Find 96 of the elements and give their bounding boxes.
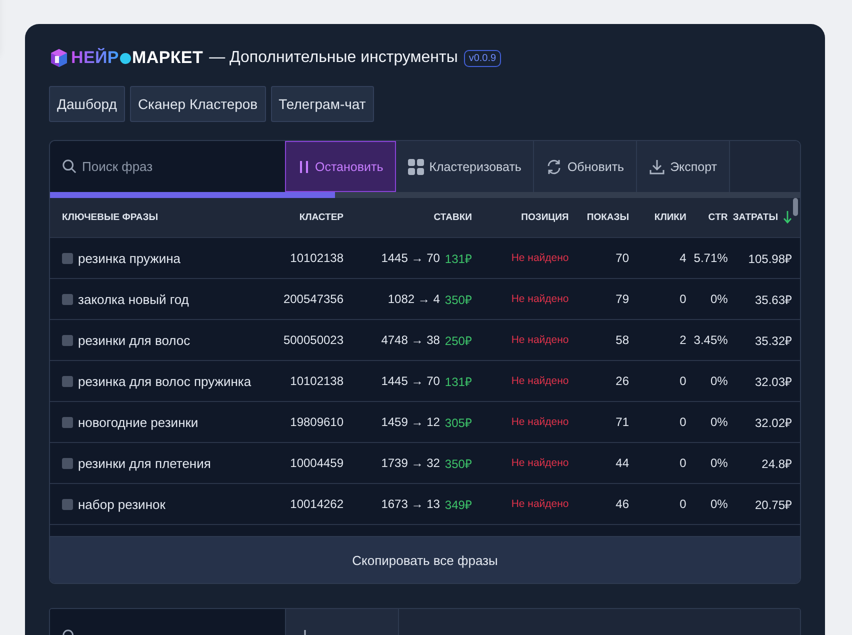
ctr-value: 0% — [710, 497, 728, 511]
bid-value: 1082 → 4 — [388, 292, 440, 306]
shows-count: 44 — [616, 456, 630, 470]
bid-price: 350₽ — [444, 456, 472, 472]
nav-tab[interactable]: Сканер Кластеров — [130, 86, 266, 122]
position-status: Не найдено — [511, 334, 569, 346]
column-header[interactable]: CTR — [708, 212, 728, 223]
version-badge: v0.0.9 — [464, 50, 502, 66]
row-checkbox[interactable] — [62, 458, 73, 468]
cluster-id: 500050023 — [283, 333, 344, 347]
ctr-value: 0% — [710, 456, 728, 470]
clicks-count: 0 — [680, 292, 686, 306]
bid-value: 1673 → 13 — [381, 497, 440, 511]
ctr-value: 0% — [710, 292, 728, 306]
position-status: Не найдено — [511, 293, 569, 305]
column-header[interactable]: СТАВКИ — [434, 212, 472, 223]
bid-price: 350₽ — [444, 292, 472, 308]
bid-price: 131₽ — [444, 374, 472, 390]
clicks-count: 4 — [680, 251, 686, 265]
search-icon — [62, 159, 77, 174]
position-status: Не найдено — [511, 252, 569, 264]
cost-value: 105.98₽ — [748, 250, 792, 266]
bid-value: 1445 → 70 — [381, 374, 440, 388]
bid-price: 305₽ — [444, 414, 472, 430]
copy-button[interactable]: Скопировать все фразы — [50, 536, 800, 583]
row-checkbox[interactable] — [62, 252, 73, 264]
download-icon — [649, 158, 666, 174]
row-checkbox[interactable] — [62, 334, 73, 346]
clicks-count: 0 — [680, 374, 686, 388]
cluster-id: 10004459 — [290, 456, 344, 470]
cost-value: 20.75₽ — [754, 496, 792, 512]
nav-tab[interactable]: Дашборд — [49, 86, 125, 122]
shows-count: 71 — [616, 415, 630, 429]
scrollbar-thumb[interactable] — [793, 198, 798, 216]
cost-value: 35.32₽ — [754, 332, 792, 348]
bid-price: 131₽ — [444, 250, 472, 266]
page-title: — Дополнительные инструменты — [209, 49, 458, 67]
cost-value: 32.02₽ — [754, 414, 792, 430]
clicks-count: 0 — [680, 456, 686, 470]
column-header[interactable]: ЗАТРАТЫ — [732, 212, 778, 223]
shows-count: 46 — [616, 497, 630, 511]
keyword-phrase: резинки для волос — [78, 332, 190, 348]
cost-value: 24.8₽ — [762, 456, 792, 472]
ctr-value: 0% — [710, 374, 728, 388]
toolbar-button[interactable]: Экспорт — [637, 141, 730, 192]
cost-value: 32.03₽ — [754, 374, 792, 390]
brand-logo: НЕЙР МАРКЕТ — [71, 48, 204, 68]
shows-count: 58 — [616, 333, 630, 347]
cluster-id: 10102138 — [290, 251, 344, 265]
cluster-id: 200547356 — [283, 292, 344, 306]
keyword-phrase: заколка новый год — [78, 292, 189, 306]
row-checkbox[interactable] — [62, 416, 73, 428]
shows-count: 26 — [616, 374, 630, 388]
clicks-count: 0 — [680, 415, 686, 429]
keyword-phrase: набор резинок — [78, 496, 166, 512]
bid-value: 1739 → 32 — [381, 456, 440, 470]
grid-icon — [408, 158, 424, 174]
row-checkbox[interactable] — [62, 376, 73, 386]
keyword-phrase: резинка пружина — [78, 250, 181, 266]
keyword-phrase: резинки для плетения — [78, 456, 211, 470]
bid-value: 4748 → 38 — [381, 333, 440, 347]
position-status: Не найдено — [511, 375, 569, 387]
row-checkbox[interactable] — [62, 294, 73, 304]
position-status: Не найдено — [511, 457, 569, 469]
position-status: Не найдено — [511, 416, 569, 428]
toolbar-button[interactable]: Остановить — [285, 141, 396, 192]
column-header[interactable]: ПОЗИЦИЯ — [521, 212, 569, 223]
keyword-phrase: резинка для волос пружинка — [78, 374, 252, 388]
bid-price: 349₽ — [444, 496, 472, 512]
bid-price: 250₽ — [444, 332, 472, 348]
refresh-icon — [546, 158, 562, 174]
shows-count: 70 — [616, 251, 630, 265]
column-header[interactable]: ПОКАЗЫ — [586, 212, 630, 223]
ctr-value: 0% — [710, 415, 728, 429]
row-checkbox[interactable] — [62, 498, 73, 510]
column-header[interactable]: КЛИКИ — [654, 212, 686, 223]
toolbar-button[interactable]: Обновить — [534, 141, 638, 192]
position-status: Не найдено — [511, 498, 569, 510]
clicks-count: 0 — [680, 497, 686, 511]
keyword-phrase: новогодние резинки — [78, 414, 198, 430]
shows-count: 79 — [616, 292, 630, 306]
cluster-id: 10102138 — [290, 374, 344, 388]
cluster-id: 10014262 — [290, 497, 344, 511]
cost-value: 35.63₽ — [754, 292, 792, 308]
bid-value: 1445 → 70 — [381, 251, 440, 265]
cube-logo-icon — [49, 48, 69, 68]
ctr-value: 3.45% — [694, 333, 728, 347]
clicks-count: 2 — [680, 333, 686, 347]
bid-value: 1459 → 12 — [381, 415, 440, 429]
column-header[interactable]: КЛЮЧЕВЫЕ ФРАЗЫ — [62, 212, 158, 223]
ctr-value: 5.71% — [694, 251, 728, 265]
pause-icon — [298, 160, 310, 174]
toolbar-button[interactable]: Кластеризовать — [396, 141, 534, 192]
column-header[interactable]: КЛАСТЕР — [299, 212, 344, 223]
cluster-id: 19809610 — [290, 415, 344, 429]
nav-tab[interactable]: Телеграм-чат — [270, 86, 374, 122]
